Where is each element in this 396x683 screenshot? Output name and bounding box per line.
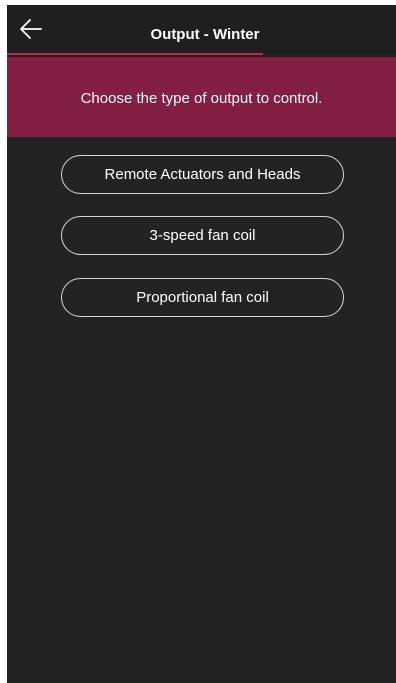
instruction-banner: Choose the type of output to control. bbox=[7, 57, 396, 137]
page-title: Output - Winter bbox=[150, 26, 260, 43]
title-underline bbox=[7, 53, 263, 55]
remote-actuators-button[interactable]: Remote Actuators and Heads bbox=[61, 155, 344, 194]
arrow-left-icon bbox=[19, 17, 55, 41]
instruction-text: Choose the type of output to control. bbox=[80, 90, 323, 107]
top-bar: Output - Winter bbox=[7, 5, 396, 55]
proportional-fan-coil-button[interactable]: Proportional fan coil bbox=[61, 278, 344, 317]
back-button[interactable] bbox=[19, 17, 55, 47]
three-speed-fan-coil-button[interactable]: 3-speed fan coil bbox=[61, 216, 344, 255]
app-screen: Output - Winter Choose the type of outpu… bbox=[7, 5, 396, 683]
